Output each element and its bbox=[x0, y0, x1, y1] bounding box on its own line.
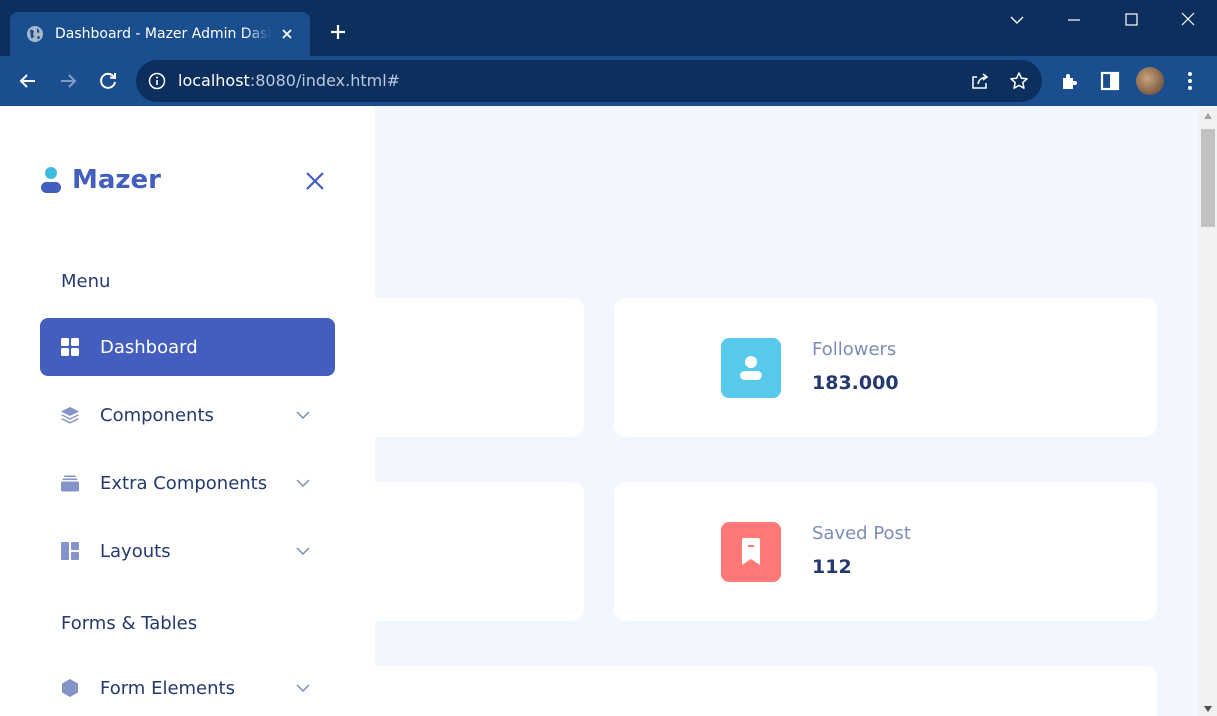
page-viewport: Followers 183.000 Saved Post 112 Mazer M… bbox=[0, 107, 1199, 716]
person-icon bbox=[740, 356, 762, 380]
bookmark-icon bbox=[742, 538, 760, 565]
browser-tab[interactable]: Dashboard - Mazer Admin Dashboard bbox=[10, 12, 310, 56]
grid-icon bbox=[61, 338, 79, 356]
tab-search-icon[interactable] bbox=[1005, 10, 1029, 30]
sidebar-item-dashboard[interactable]: Dashboard bbox=[40, 318, 335, 376]
maximize-icon[interactable] bbox=[1119, 10, 1143, 30]
new-tab-icon[interactable] bbox=[326, 20, 350, 44]
url-text: localhost:8080/index.html# bbox=[178, 71, 400, 90]
brand-logo[interactable]: Mazer bbox=[40, 165, 161, 195]
minimize-icon[interactable] bbox=[1062, 10, 1086, 30]
stat-icon-box bbox=[721, 522, 781, 582]
extensions-icon[interactable] bbox=[1058, 69, 1082, 93]
forms-section-title: Forms & Tables bbox=[61, 613, 198, 634]
brand-name: Mazer bbox=[72, 165, 162, 195]
share-icon[interactable] bbox=[970, 71, 990, 91]
bookmark-star-icon[interactable] bbox=[1009, 71, 1029, 91]
stat-label: Saved Post bbox=[812, 523, 911, 544]
site-info-icon[interactable] bbox=[148, 72, 166, 90]
content-card bbox=[300, 666, 1157, 716]
sidebar-item-label: Layouts bbox=[100, 540, 171, 562]
sidebar: Mazer Menu Dashboard Components Extra Co… bbox=[0, 107, 375, 716]
close-tab-icon[interactable] bbox=[279, 26, 295, 42]
close-window-icon[interactable] bbox=[1176, 10, 1200, 30]
layout-icon bbox=[61, 542, 79, 560]
sidebar-item-label: Extra Components bbox=[100, 472, 268, 494]
stat-label: Followers bbox=[812, 339, 897, 360]
stat-icon-box bbox=[721, 338, 781, 398]
stat-card-saved-post: Saved Post 112 bbox=[614, 482, 1157, 621]
reload-icon[interactable] bbox=[96, 69, 120, 93]
chevron-down-icon bbox=[296, 479, 310, 488]
tab-title: Dashboard - Mazer Admin Dashboard bbox=[55, 26, 271, 42]
menu-section-title: Menu bbox=[61, 271, 111, 292]
stat-value: 183.000 bbox=[812, 372, 899, 394]
sidebar-item-label: Form Elements bbox=[100, 677, 235, 699]
scroll-down-arrow-icon[interactable] bbox=[1204, 706, 1212, 712]
sidebar-item-label: Components bbox=[100, 404, 214, 426]
page-scrollbar[interactable] bbox=[1199, 107, 1217, 716]
browser-titlebar: Dashboard - Mazer Admin Dashboard bbox=[0, 0, 1217, 56]
sidebar-item-form-elements[interactable]: Form Elements bbox=[40, 659, 335, 716]
chevron-down-icon bbox=[296, 547, 310, 556]
browser-toolbar: localhost:8080/index.html# bbox=[0, 56, 1217, 106]
url-path: :8080/index.html# bbox=[249, 71, 401, 90]
hexagon-icon bbox=[62, 679, 78, 697]
collection-icon bbox=[61, 475, 79, 492]
chevron-down-icon bbox=[296, 684, 310, 693]
scrollbar-thumb[interactable] bbox=[1201, 129, 1215, 227]
forward-icon[interactable] bbox=[56, 69, 80, 93]
chevron-down-icon bbox=[296, 411, 310, 420]
globe-icon bbox=[27, 26, 43, 42]
stat-value: 112 bbox=[812, 556, 852, 578]
close-sidebar-icon[interactable] bbox=[303, 169, 327, 193]
profile-avatar[interactable] bbox=[1136, 67, 1164, 95]
sidebar-item-label: Dashboard bbox=[100, 336, 198, 358]
back-icon[interactable] bbox=[16, 69, 40, 93]
kebab-menu-icon[interactable] bbox=[1178, 69, 1202, 93]
sidebar-item-components[interactable]: Components bbox=[40, 386, 335, 444]
sidebar-item-extra-components[interactable]: Extra Components bbox=[40, 454, 335, 512]
scroll-up-arrow-icon[interactable] bbox=[1204, 113, 1212, 119]
url-host: localhost bbox=[178, 71, 250, 90]
stack-icon bbox=[61, 407, 79, 424]
address-bar[interactable]: localhost:8080/index.html# bbox=[136, 60, 1042, 102]
stat-card-followers: Followers 183.000 bbox=[614, 298, 1157, 437]
side-panel-icon[interactable] bbox=[1098, 69, 1122, 93]
user-logo-icon bbox=[41, 167, 61, 193]
sidebar-item-layouts[interactable]: Layouts bbox=[40, 522, 335, 580]
